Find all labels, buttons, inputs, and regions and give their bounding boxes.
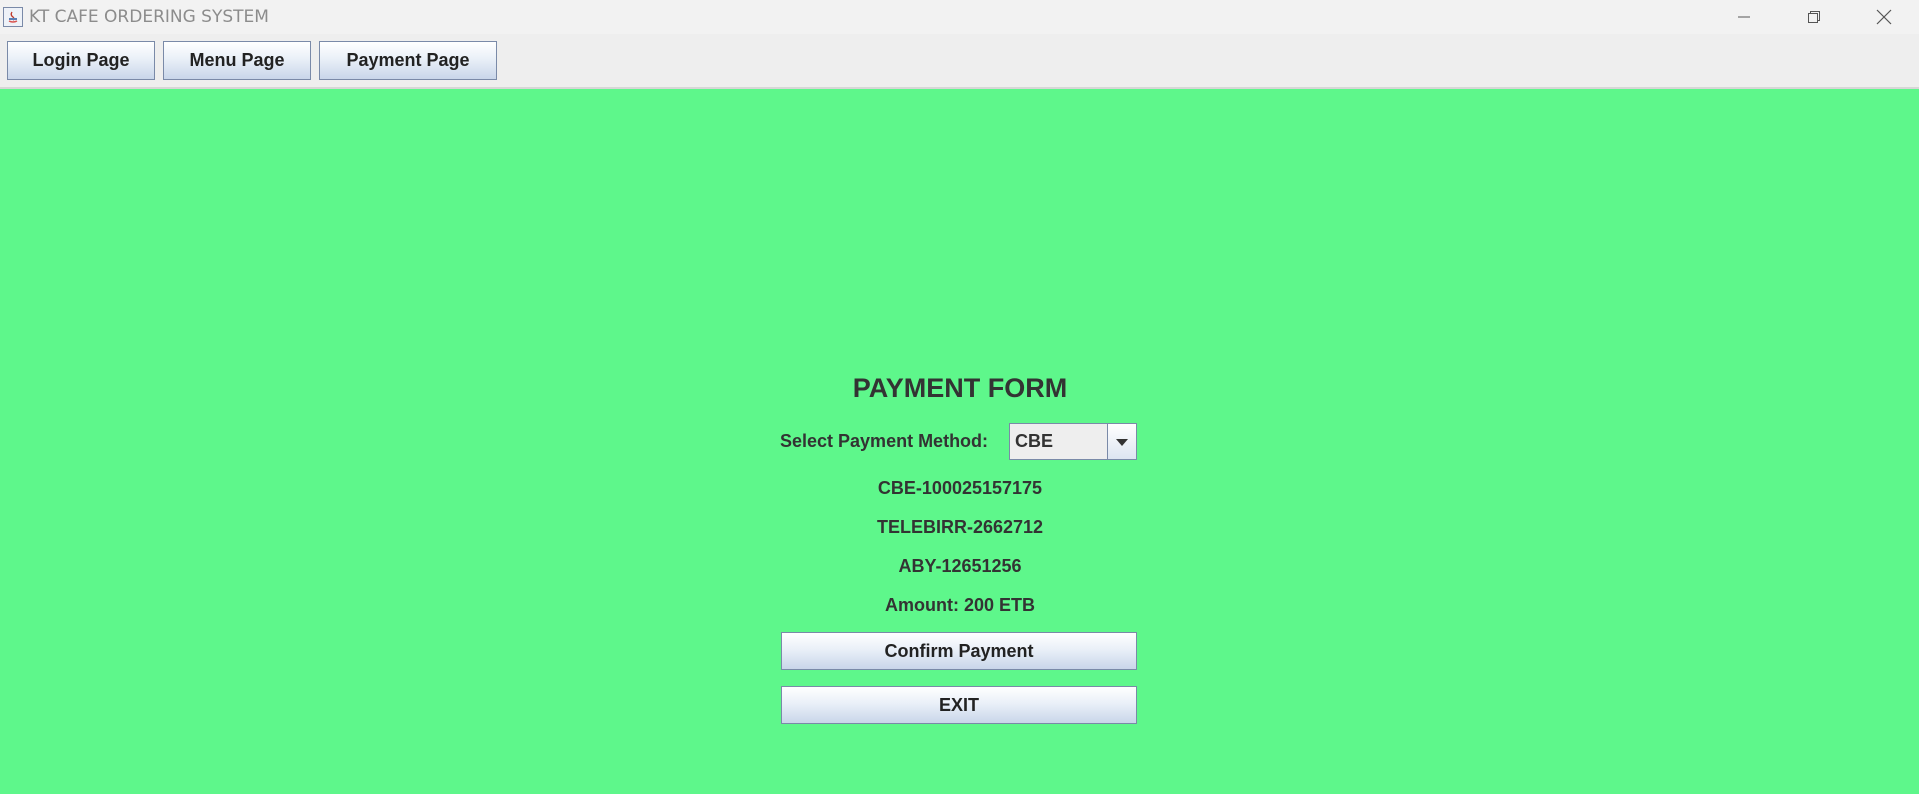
confirm-payment-button[interactable]: Confirm Payment [781, 632, 1137, 670]
close-button[interactable] [1849, 0, 1919, 34]
nav-toolbar: Login Page Menu Page Payment Page [0, 34, 1919, 89]
payment-page-button[interactable]: Payment Page [319, 41, 497, 80]
restore-icon [1808, 11, 1820, 23]
telebirr-account-text: TELEBIRR-2662712 [876, 517, 1044, 537]
restore-button[interactable] [1779, 0, 1849, 34]
minimize-icon [1738, 16, 1750, 18]
window-title: KT CAFE ORDERING SYSTEM [29, 7, 269, 27]
window-controls [1709, 0, 1919, 34]
login-page-button[interactable]: Login Page [7, 41, 155, 80]
app-window: KT CAFE ORDERING SYSTEM Login Page Menu … [0, 0, 1919, 794]
amount-text: Amount: 200 ETB [884, 595, 1035, 615]
payment-method-value: CBE [1015, 431, 1054, 451]
java-app-icon [3, 7, 23, 27]
payment-method-label: Select Payment Method: [780, 431, 989, 451]
menu-page-button[interactable]: Menu Page [163, 41, 311, 80]
cbe-account-text: CBE-100025157175 [877, 478, 1043, 498]
close-icon [1876, 9, 1892, 25]
exit-button[interactable]: EXIT [781, 686, 1137, 724]
page-title: PAYMENT FORM [852, 373, 1068, 403]
dropdown-arrow-button[interactable] [1107, 424, 1136, 459]
title-bar: KT CAFE ORDERING SYSTEM [0, 0, 1919, 34]
aby-account-text: ABY-12651256 [898, 556, 1022, 576]
minimize-button[interactable] [1709, 0, 1779, 34]
payment-method-select[interactable]: CBE [1009, 423, 1137, 460]
chevron-down-icon [1116, 438, 1128, 446]
